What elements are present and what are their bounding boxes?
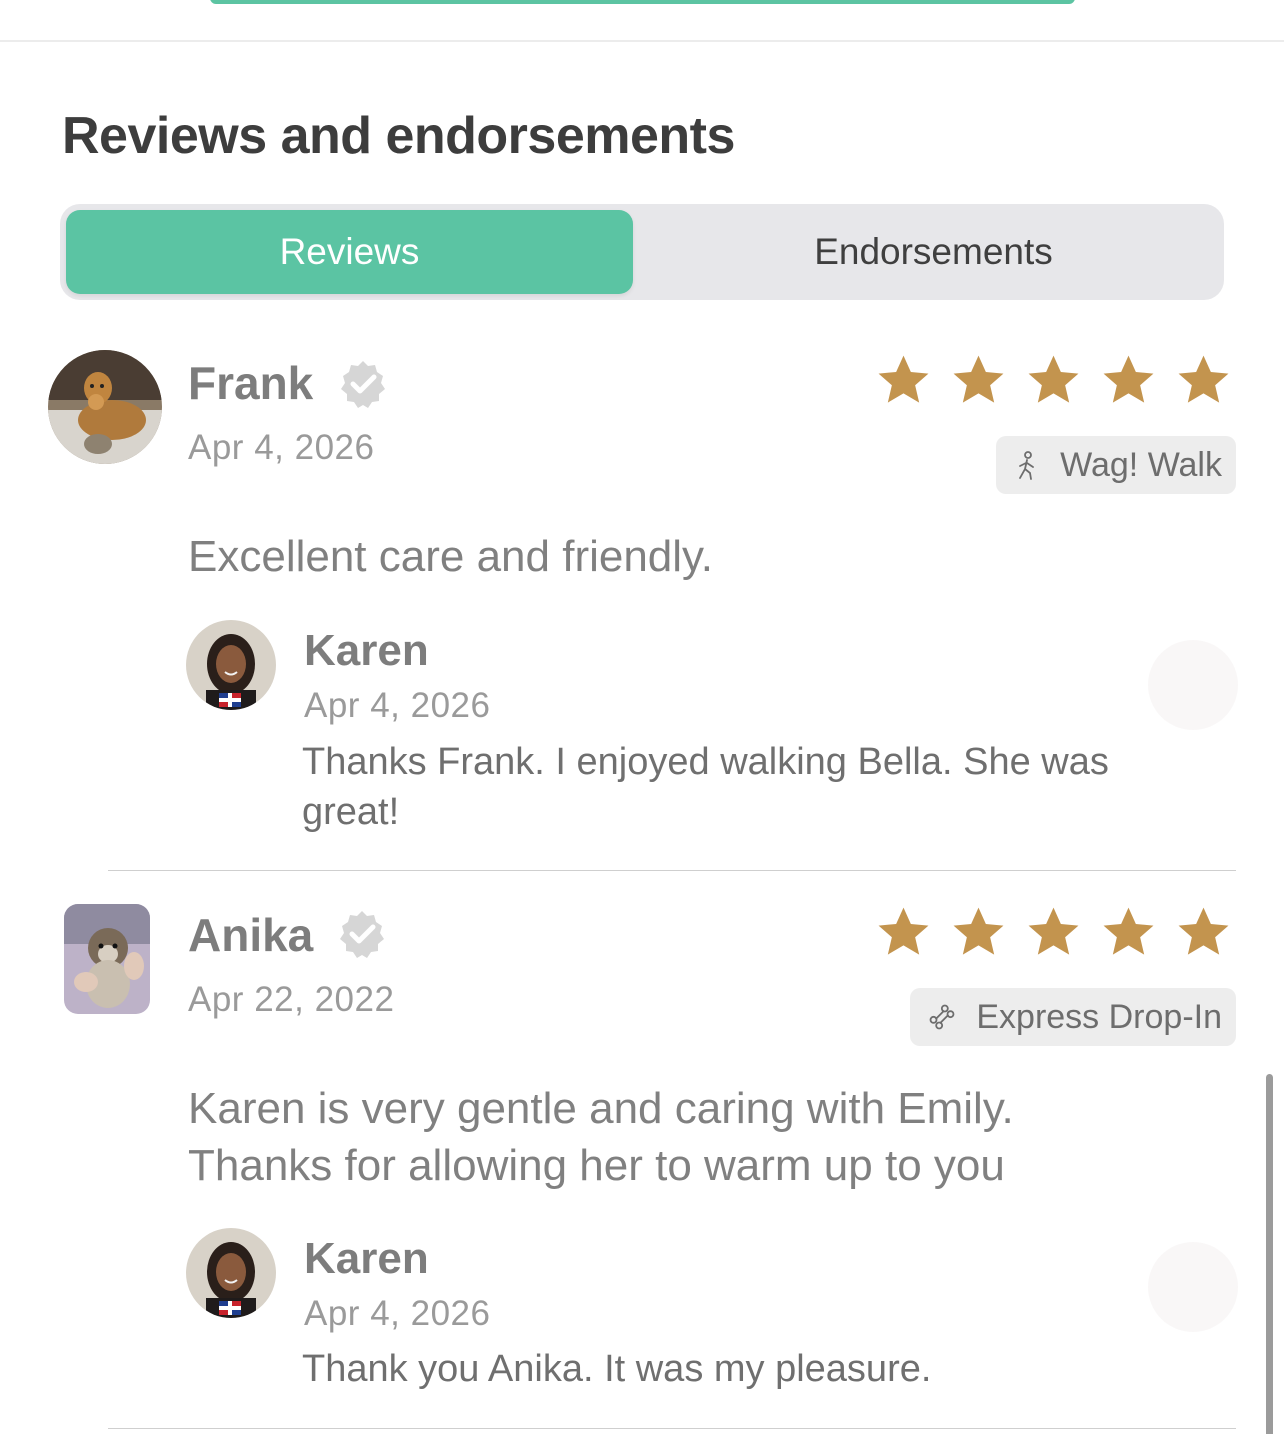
star-icon xyxy=(953,907,1004,955)
service-badge: Express Drop-In xyxy=(910,988,1236,1046)
service-badge: Wag! Walk xyxy=(996,436,1236,494)
star-icon xyxy=(1178,355,1229,403)
section-divider xyxy=(0,40,1284,42)
tab-endorsements[interactable]: Endorsements xyxy=(650,210,1217,294)
section-title: Reviews and endorsements xyxy=(62,107,735,165)
star-rating xyxy=(875,904,1232,961)
reply-text: Thank you Anika. It was my pleasure. xyxy=(302,1348,932,1390)
review-text: Karen is very gentle and caring with Emi… xyxy=(188,1084,1014,1190)
service-label: Express Drop-In xyxy=(976,997,1222,1036)
row-divider xyxy=(108,870,1236,871)
star-icon xyxy=(1178,907,1229,955)
reply-author-name: Karen xyxy=(304,1234,429,1283)
review-date: Apr 4, 2026 xyxy=(188,428,375,467)
dog-bone-icon xyxy=(929,1004,955,1030)
primary-action-button-edge[interactable] xyxy=(210,0,1075,4)
reviewer-avatar[interactable] xyxy=(48,350,162,464)
reviewer-avatar[interactable] xyxy=(64,904,150,1014)
reply-avatar[interactable] xyxy=(186,620,276,710)
service-label: Wag! Walk xyxy=(1060,445,1222,484)
star-icon xyxy=(878,355,929,403)
star-rating xyxy=(875,352,1232,409)
tab-reviews[interactable]: Reviews xyxy=(66,210,633,294)
star-icon xyxy=(1028,355,1079,403)
reply-date: Apr 4, 2026 xyxy=(304,686,491,725)
reviews-segmented-control: Reviews Endorsements xyxy=(60,204,1224,300)
like-button[interactable] xyxy=(1148,640,1238,730)
row-divider xyxy=(108,1428,1236,1429)
star-icon xyxy=(1103,907,1154,955)
verified-badge-icon xyxy=(337,358,389,410)
vertical-scrollbar[interactable] xyxy=(1266,1074,1273,1434)
verified-badge-icon xyxy=(336,908,388,960)
star-icon xyxy=(878,907,929,955)
reviewer-name: Frank xyxy=(188,357,314,409)
reply-avatar[interactable] xyxy=(186,1228,276,1318)
like-button[interactable] xyxy=(1148,1242,1238,1332)
star-icon xyxy=(1028,907,1079,955)
star-icon xyxy=(953,355,1004,403)
reviewer-name: Anika xyxy=(188,909,314,961)
review-date: Apr 22, 2022 xyxy=(188,980,395,1019)
star-icon xyxy=(1103,355,1154,403)
walking-person-icon xyxy=(1019,451,1035,480)
reply-author-name: Karen xyxy=(304,626,429,675)
reviews-screen: Reviews and endorsements Reviews Endorse… xyxy=(0,0,1284,1434)
review-text: Excellent care and friendly. xyxy=(188,532,714,581)
reply-date: Apr 4, 2026 xyxy=(304,1294,491,1333)
reply-text: Thanks Frank. I enjoyed walking Bella. S… xyxy=(302,741,1109,833)
